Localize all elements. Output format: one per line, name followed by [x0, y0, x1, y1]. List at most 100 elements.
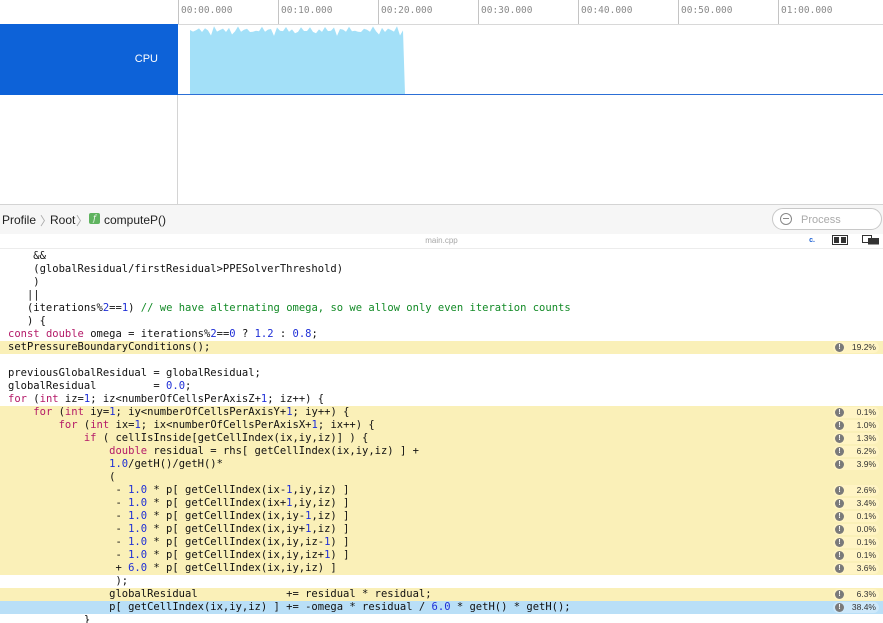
source-line-text: previousGlobalResidual = globalResidual;: [8, 367, 261, 379]
source-line[interactable]: (globalResidual/firstResidual>PPESolverT…: [0, 263, 883, 276]
time-tick-label: 00:10.000: [281, 5, 333, 16]
breadcrumb-profile[interactable]: Profile: [2, 213, 36, 227]
source-line[interactable]: }: [0, 614, 883, 623]
time-tick: 00:40.000: [578, 0, 632, 24]
cost-badge: ! 3.4%: [833, 498, 879, 509]
source-line[interactable]: - 1.0 * p[ getCellIndex(ix+1,iy,iz) ] ! 3.…: [0, 497, 883, 510]
source-line[interactable]: );: [0, 575, 883, 588]
source-file-header: main.cpp c.: [0, 234, 883, 249]
cost-badge: ! 0.1%: [833, 550, 879, 561]
source-line-text: + 6.0 * p[ getCellIndex(ix,iy,iz) ]: [8, 562, 337, 574]
cost-badge: ! 2.6%: [833, 485, 879, 496]
source-line[interactable]: ||: [0, 289, 883, 302]
source-line[interactable]: setPressureBoundaryConditions(); ! 19.2%: [0, 341, 883, 354]
process-search-field[interactable]: [772, 208, 882, 230]
source-line[interactable]: p[ getCellIndex(ix,iy,iz) ] += -omega * …: [0, 601, 883, 614]
time-tick: 01:00.000: [778, 0, 832, 24]
filter-icon: [780, 213, 792, 225]
cost-indicator-icon: !: [835, 447, 844, 456]
cpu-track-label[interactable]: CPU: [0, 24, 178, 95]
source-line-text: - 1.0 * p[ getCellIndex(ix+1,iy,iz) ]: [8, 497, 350, 509]
cost-badge: ! 6.2%: [833, 446, 879, 457]
cursor-button-icon[interactable]: c.: [803, 235, 821, 247]
layout-toggle-icon[interactable]: [862, 235, 880, 247]
source-line[interactable]: double residual = rhs[ getCellIndex(ix,i…: [0, 445, 883, 458]
source-line[interactable]: if ( cellIsInside[getCellIndex(ix,iy,iz)…: [0, 432, 883, 445]
source-line-text: globalResidual = 0.0;: [8, 380, 192, 392]
source-line-text: - 1.0 * p[ getCellIndex(ix,iy-1,iz) ]: [8, 510, 350, 522]
source-line[interactable]: const double omega = iterations%2==0 ? 1…: [0, 328, 883, 341]
cost-indicator-icon: !: [835, 499, 844, 508]
source-line-text: &&: [8, 250, 46, 262]
track-divider: [177, 95, 178, 205]
source-filename: main.cpp: [425, 236, 458, 245]
cost-indicator-icon: !: [835, 408, 844, 417]
cpu-usage-graph: [190, 26, 405, 94]
source-line[interactable]: globalResidual = 0.0;: [0, 380, 883, 393]
split-view-icon[interactable]: [831, 235, 849, 247]
source-line-text: if ( cellIsInside[getCellIndex(ix,iy,iz)…: [83, 432, 369, 444]
cost-indicator-icon: !: [835, 590, 844, 599]
source-line[interactable]: previousGlobalResidual = globalResidual;: [0, 367, 883, 380]
cost-badge: ! 19.2%: [833, 342, 879, 353]
source-line[interactable]: &&: [0, 250, 883, 263]
cost-indicator-icon: !: [835, 551, 844, 560]
source-line[interactable]: for (int iy=1; iy<numberOfCellsPerAxisY+…: [0, 406, 883, 419]
source-line-text: p[ getCellIndex(ix,iy,iz) ] += -omega * …: [8, 601, 571, 613]
source-line[interactable]: [0, 354, 883, 367]
time-tick-label: 00:50.000: [681, 5, 733, 16]
time-ruler[interactable]: 00:00.000 00:10.000 00:20.000 00:30.000 00:4…: [178, 0, 883, 25]
process-search-input[interactable]: [799, 211, 881, 228]
source-line-text: setPressureBoundaryConditions();: [8, 341, 211, 353]
source-line[interactable]: 1.0/getH()/getH()*! 3.9%: [0, 458, 883, 471]
source-line[interactable]: - 1.0 * p[ getCellIndex(ix,iy,iz-1) ]! 0.…: [0, 536, 883, 549]
source-line[interactable]: - 1.0 * p[ getCellIndex(ix,iy+1,iz) ]! 0.…: [0, 523, 883, 536]
cpu-track-label-text: CPU: [134, 53, 158, 65]
cost-indicator-icon: !: [835, 603, 844, 612]
cost-indicator-icon: !: [835, 434, 844, 443]
cost-badge: ! 0.0%: [833, 524, 879, 535]
cpu-track[interactable]: [178, 24, 883, 95]
time-tick-label: 00:40.000: [581, 5, 633, 16]
time-tick-label: 00:20.000: [381, 5, 433, 16]
source-line[interactable]: for (int iz=1; iz<numberOfCellsPerAxisZ+…: [0, 393, 883, 406]
cost-percentage: 0.1%: [856, 537, 876, 547]
time-tick-label: 00:30.000: [481, 5, 533, 16]
time-tick: 00:30.000: [478, 0, 532, 24]
source-code-view[interactable]: && (globalResidual/firstResidual>PPESolv…: [0, 250, 883, 623]
source-line-text: - 1.0 * p[ getCellIndex(ix,iy,iz+1) ]: [8, 549, 350, 561]
source-line[interactable]: ) {: [0, 315, 883, 328]
cost-indicator-icon: !: [835, 564, 844, 573]
breadcrumb-root[interactable]: Root: [50, 213, 75, 227]
cost-percentage: 6.3%: [856, 589, 876, 599]
source-line[interactable]: + 6.0 * p[ getCellIndex(ix,iy,iz) ]! 3.6%: [0, 562, 883, 575]
source-line-text: ) {: [8, 315, 46, 327]
source-line[interactable]: ): [0, 276, 883, 289]
source-line[interactable]: - 1.0 * p[ getCellIndex(ix-1,iy,iz) ]! 2.…: [0, 484, 883, 497]
cost-badge: ! 3.9%: [833, 459, 879, 470]
cost-badge: ! 1.0%: [833, 420, 879, 431]
time-tick: 00:10.000: [278, 0, 332, 24]
source-line-text: const double omega = iterations%2==0 ? 1…: [8, 328, 318, 340]
source-line[interactable]: (: [0, 471, 883, 484]
cost-indicator-icon: !: [835, 486, 844, 495]
source-line[interactable]: - 1.0 * p[ getCellIndex(ix,iy,iz+1) ] ! 0.…: [0, 549, 883, 562]
source-line-text: (iterations%2==1) // we have alternating…: [8, 302, 571, 314]
source-line[interactable]: globalResidual += residual * residual;! 6…: [0, 588, 883, 601]
breadcrumb-function[interactable]: computeP(): [104, 213, 166, 227]
source-line-text: globalResidual += residual * residual;: [8, 588, 432, 600]
breadcrumb-separator-icon: 〉: [76, 214, 89, 228]
cost-indicator-icon: !: [835, 460, 844, 469]
cost-percentage: 6.2%: [856, 446, 876, 456]
source-line[interactable]: (iterations%2==1) // we have alternating…: [0, 302, 883, 315]
cost-indicator-icon: !: [835, 343, 844, 352]
cost-indicator-icon: !: [835, 538, 844, 547]
source-line[interactable]: for (int ix=1; ix<numberOfCellsPerAxisX+…: [0, 419, 883, 432]
cost-percentage: 1.3%: [856, 433, 876, 443]
source-line-text: ||: [8, 289, 40, 301]
source-line-text: );: [8, 575, 129, 587]
cost-percentage: 2.6%: [856, 485, 876, 495]
cost-badge: ! 1.3%: [833, 433, 879, 444]
source-line[interactable]: - 1.0 * p[ getCellIndex(ix,iy-1,iz) ]! 0.…: [0, 510, 883, 523]
cost-indicator-icon: !: [835, 421, 844, 430]
